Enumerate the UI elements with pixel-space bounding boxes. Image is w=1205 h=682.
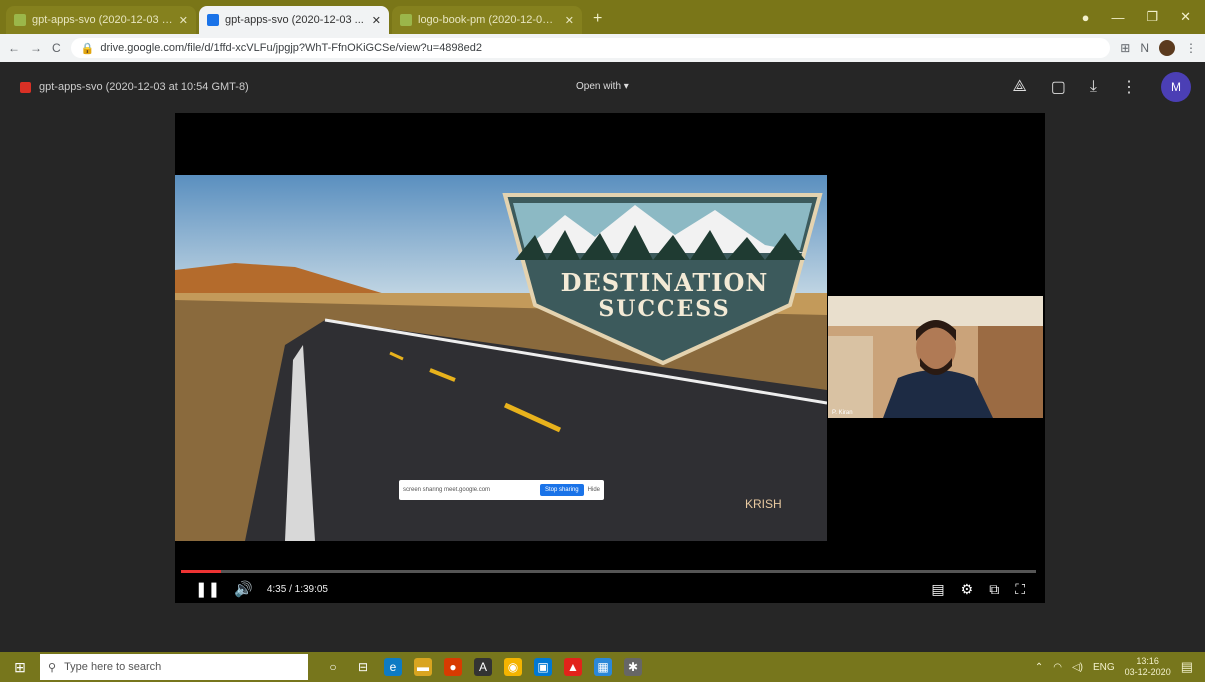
system-tray: ⌃ ◠ ◁) ENG 13:16 03-12-2020 ▤ [1035,656,1205,678]
tab-close-icon[interactable]: ✕ [372,14,381,27]
minimize-button[interactable]: — [1111,10,1124,25]
stop-sharing-button[interactable]: Stop sharing [539,484,584,496]
badge-title-line2: SUCCESS [598,296,731,322]
start-button[interactable]: ⊞ [0,659,40,676]
windows-logo-icon: ⊞ [14,658,26,675]
network-icon[interactable]: ◠ [1053,662,1062,673]
acrobat-icon[interactable]: ▲ [564,658,582,676]
video-player[interactable]: DESTINATION SUCCESS KRISH screen sharing… [175,113,1045,603]
speaker-icon[interactable]: ◁) [1072,662,1083,673]
address-bar[interactable]: 🔒 drive.google.com/file/d/1ffd-xcVLFu/jp… [70,38,1111,58]
window-controls: ● — ❐ ✕ [1082,0,1205,34]
lock-icon: 🔒 [80,42,95,55]
clock-time: 13:16 [1136,656,1159,666]
clock-date: 03-12-2020 [1124,667,1171,677]
new-tab-button[interactable]: + [585,10,610,34]
file-explorer-icon[interactable]: ▬ [414,658,432,676]
volume-button[interactable]: 🔊 [234,580,253,598]
taskbar-apps: ○ ⊟ e ▬ ● A ◉ ▣ ▲ ▦ ✱ [324,658,642,676]
player-right-controls: ▤ ⚙ ⧉ ⛶ [931,581,1025,598]
drive-file-viewer: gpt-apps-svo (2020-12-03 at 10:54 GMT-8)… [0,62,1205,652]
profile-label[interactable]: N [1140,41,1149,55]
badge-title-line1: DESTINATION [560,268,769,297]
autocad-icon[interactable]: A [474,658,492,676]
tab-favicon-icon [400,14,412,26]
comment-icon[interactable]: ▢ [1051,77,1066,97]
more-icon[interactable]: ⋮ [1121,77,1137,97]
close-window-button[interactable]: ✕ [1180,9,1191,25]
taskbar-search[interactable]: ⚲ Type here to search [40,654,308,680]
participant-name-label: P. Kiran [832,410,853,416]
profile-avatar[interactable] [1159,40,1175,56]
google-drive-favicon-icon [207,14,219,26]
tab-close-icon[interactable]: ✕ [565,14,574,27]
tab-close-icon[interactable]: ✕ [179,14,188,27]
chrome-icon[interactable]: ◉ [504,658,522,676]
notification-center-icon[interactable]: ▤ [1181,659,1193,675]
account-avatar[interactable]: M [1161,72,1191,102]
tab-title: logo-book-pm (2020-12-03 at 12... [418,14,559,26]
url-text: drive.google.com/file/d/1ffd-xcVLFu/jpgj… [100,42,483,54]
progress-fill [181,570,222,573]
browser-tab[interactable]: logo-book-pm (2020-12-03 at 12... ✕ [392,6,582,34]
video-file-icon [20,81,31,93]
video-progress-bar[interactable] [181,570,1036,573]
browser-tab-strip: gpt-apps-svo (2020-12-03 at 13... ✕ gpt-… [0,0,1205,34]
search-placeholder: Type here to search [64,661,162,673]
download-icon[interactable]: ⤓ [1090,78,1097,96]
open-with-button[interactable]: Open with ▾ [564,77,641,96]
photos-icon[interactable]: ▦ [594,658,612,676]
file-title: gpt-apps-svo (2020-12-03 at 10:54 GMT-8) [39,81,249,93]
viewer-actions: ⟁ ▢ ⤓ ⋮ M [1013,72,1191,102]
captions-button[interactable]: ▤ [931,581,944,598]
webcam-feed: P. Kiran [828,296,1043,418]
extensions-icon[interactable]: ⊞ [1120,41,1130,55]
tab-title: gpt-apps-svo (2020-12-03 ... [225,14,364,26]
edge-icon[interactable]: e [384,658,402,676]
pause-button[interactable]: ❚❚ [195,580,220,598]
miniplayer-button[interactable]: ⧉ [989,581,999,598]
tab-title: gpt-apps-svo (2020-12-03 at 13... [32,14,173,26]
search-icon: ⚲ [48,661,57,674]
fullscreen-button[interactable]: ⛶ [1015,581,1025,598]
back-button[interactable]: ← [8,41,20,55]
maximize-button[interactable]: ❐ [1146,9,1158,25]
forward-button[interactable]: → [30,41,42,55]
office-icon[interactable]: ● [444,658,462,676]
browser-tab[interactable]: gpt-apps-svo (2020-12-03 at 13... ✕ [6,6,196,34]
browser-toolbar: ← → C 🔒 drive.google.com/file/d/1ffd-xcV… [0,34,1205,62]
windows-taskbar: ⊞ ⚲ Type here to search ○ ⊟ e ▬ ● A ◉ ▣ ▲ ▦ ✱ ⌃ ◠ … [0,652,1205,682]
tab-favicon-icon [14,14,26,26]
time-display: 4:35 / 1:39:05 [266,583,328,595]
reload-button[interactable]: C [52,41,61,55]
watermark-text: KRISH [745,497,782,511]
drive-add-icon[interactable]: ⟁ [1013,78,1027,96]
task-view-icon[interactable]: ⊟ [354,658,372,676]
presenter-image [828,296,1043,418]
clock[interactable]: 13:16 03-12-2020 [1125,656,1171,678]
shared-slide: DESTINATION SUCCESS KRISH screen sharing… [175,175,827,541]
share-notice-text: screen sharing meet.google.com [403,487,491,493]
language-indicator[interactable]: ENG [1093,662,1115,673]
store-icon[interactable]: ▣ [534,658,552,676]
account-circle-icon[interactable]: ● [1082,10,1090,25]
cortana-icon[interactable]: ○ [324,658,342,676]
show-hidden-icons[interactable]: ⌃ [1035,662,1043,673]
browser-tab-active[interactable]: gpt-apps-svo (2020-12-03 ... ✕ [199,6,389,34]
hide-notice-button[interactable]: Hide [588,487,600,493]
screen-share-notice: screen sharing meet.google.com Stop shar… [399,480,604,500]
settings-button[interactable]: ⚙ [961,581,974,598]
settings-icon[interactable]: ✱ [624,658,642,676]
browser-menu-icon[interactable]: ⋮ [1185,41,1197,55]
player-controls: ❚❚ 🔊 4:35 / 1:39:05 ▤ ⚙ ⧉ ⛶ [175,575,1045,603]
